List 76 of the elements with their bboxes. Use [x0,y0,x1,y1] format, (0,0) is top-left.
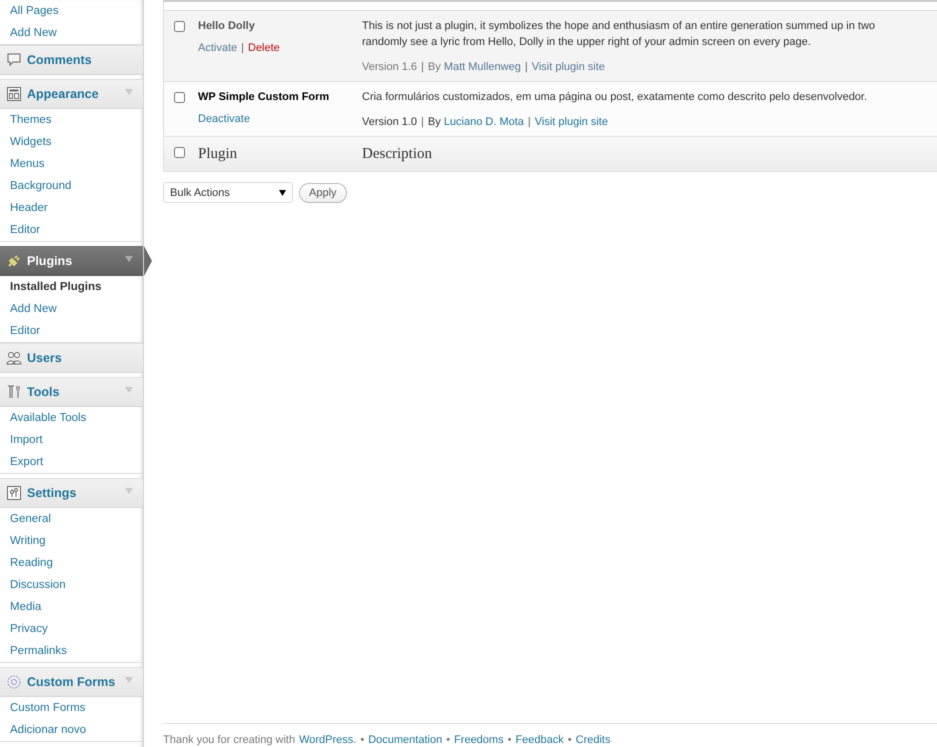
sidebar-item[interactable]: Discussion [0,574,143,596]
sidebar-item[interactable]: Editor [0,320,143,342]
row-checkbox[interactable] [174,21,185,32]
footer-link[interactable]: Documentation [368,734,442,746]
plugin-name: WP Simple Custom Form [198,90,330,105]
sidebar-item[interactable]: Media [0,596,143,618]
sidebar-item[interactable]: Import [0,429,143,451]
users-icon [6,350,22,366]
sidebar-menu-heading[interactable]: Tools [0,377,143,407]
author-link[interactable]: Luciano D. Mota [444,114,524,130]
row-checkbox[interactable] [174,92,185,103]
sidebar-item[interactable]: General [0,508,143,530]
speech-bubble-icon [6,52,22,68]
sidebar-item[interactable]: Menus [0,153,143,175]
sidebar-item[interactable]: Available Tools [0,407,143,429]
plugin-name: Hello Dolly [198,19,256,34]
sidebar-menu-heading[interactable]: Comments [0,45,143,75]
by-text: By [428,115,441,130]
plug-icon [6,253,22,269]
action-link[interactable]: Deactivate [198,113,250,125]
version-text: Version 1.6 [362,60,418,75]
version-text: Version 1.0 [362,115,418,130]
sidebar-item[interactable]: Custom Forms [0,697,143,719]
plugin-site-link[interactable]: Visit plugin site [532,59,605,75]
sidebar-item[interactable]: Themes [0,109,143,131]
footer-link[interactable]: WordPress. [299,734,356,746]
bulk-actions-select[interactable]: Bulk Actions [163,182,293,203]
tools-icon [6,384,22,400]
sidebar-item[interactable]: Background [0,175,143,197]
separator-text: | [421,115,424,130]
sidebar-menu-heading[interactable]: Users [0,343,143,373]
plugin-description: randomly see a lyric from Hello, Dolly in the upper right of your admin screen on every page. [362,35,812,50]
gear-icon [6,674,22,690]
action-link[interactable]: Delete [248,42,280,54]
plugin-site-link[interactable]: Visit plugin site [534,114,608,130]
sidebar-item[interactable]: Editor [0,219,143,241]
sidebar-menu-heading[interactable]: Appearance [0,79,143,109]
sidebar-item[interactable]: All Pages [0,0,143,22]
footer-link[interactable]: Credits [576,734,610,746]
sidebar-item[interactable]: Widgets [0,131,143,153]
sidebar-item[interactable]: Add New [0,22,143,44]
select-all-checkbox[interactable] [174,147,185,158]
column-header[interactable]: Plugin [198,146,238,162]
sidebar-item[interactable]: Add New [0,298,143,320]
plugin-description: Cria formulários customizados, em uma página ou post, exatamente como descrito pelo desenvolvedor. [362,90,868,105]
footer-link[interactable]: Freedoms [454,734,504,746]
apply-button[interactable]: Apply [299,182,347,202]
sidebar-menu-heading[interactable]: Settings [0,478,143,508]
sidebar-item[interactable]: Installed Plugins [0,276,143,298]
bullet-text: • [568,734,572,746]
separator-text: | [528,115,531,130]
layout-icon [6,86,22,102]
menu-pointer [144,246,152,276]
separator-text: | [241,42,244,54]
sliders-icon [6,485,22,501]
sidebar-item[interactable]: Adicionar novo [0,719,143,741]
sidebar-item[interactable]: Header [0,197,143,219]
footer-link[interactable]: Feedback [515,734,564,746]
plugin-description: This is not just a plugin, it symbolizes the hope and enthusiasm of an entire generation summed up in two [362,19,876,34]
separator-text: | [421,60,424,75]
column-header[interactable]: Description [362,146,432,162]
by-text: By [428,60,441,75]
author-link[interactable]: Matt Mullenweg [444,59,521,75]
sidebar-menu-heading[interactable]: Custom Forms [0,667,143,697]
bullet-text: • [446,734,450,746]
bullet-text: • [508,734,512,746]
sidebar-item[interactable]: Reading [0,552,143,574]
sidebar-item[interactable]: Permalinks [0,640,143,662]
sidebar-item[interactable]: Writing [0,530,143,552]
sidebar-item[interactable]: Export [0,451,143,473]
separator-text: | [524,60,528,75]
sidebar-item[interactable]: Privacy [0,618,143,640]
bullet-text: • [360,734,364,746]
caret-icon [279,190,286,196]
action-link[interactable]: Activate [198,42,238,54]
footer-text: Thank you for creating with [163,734,296,746]
